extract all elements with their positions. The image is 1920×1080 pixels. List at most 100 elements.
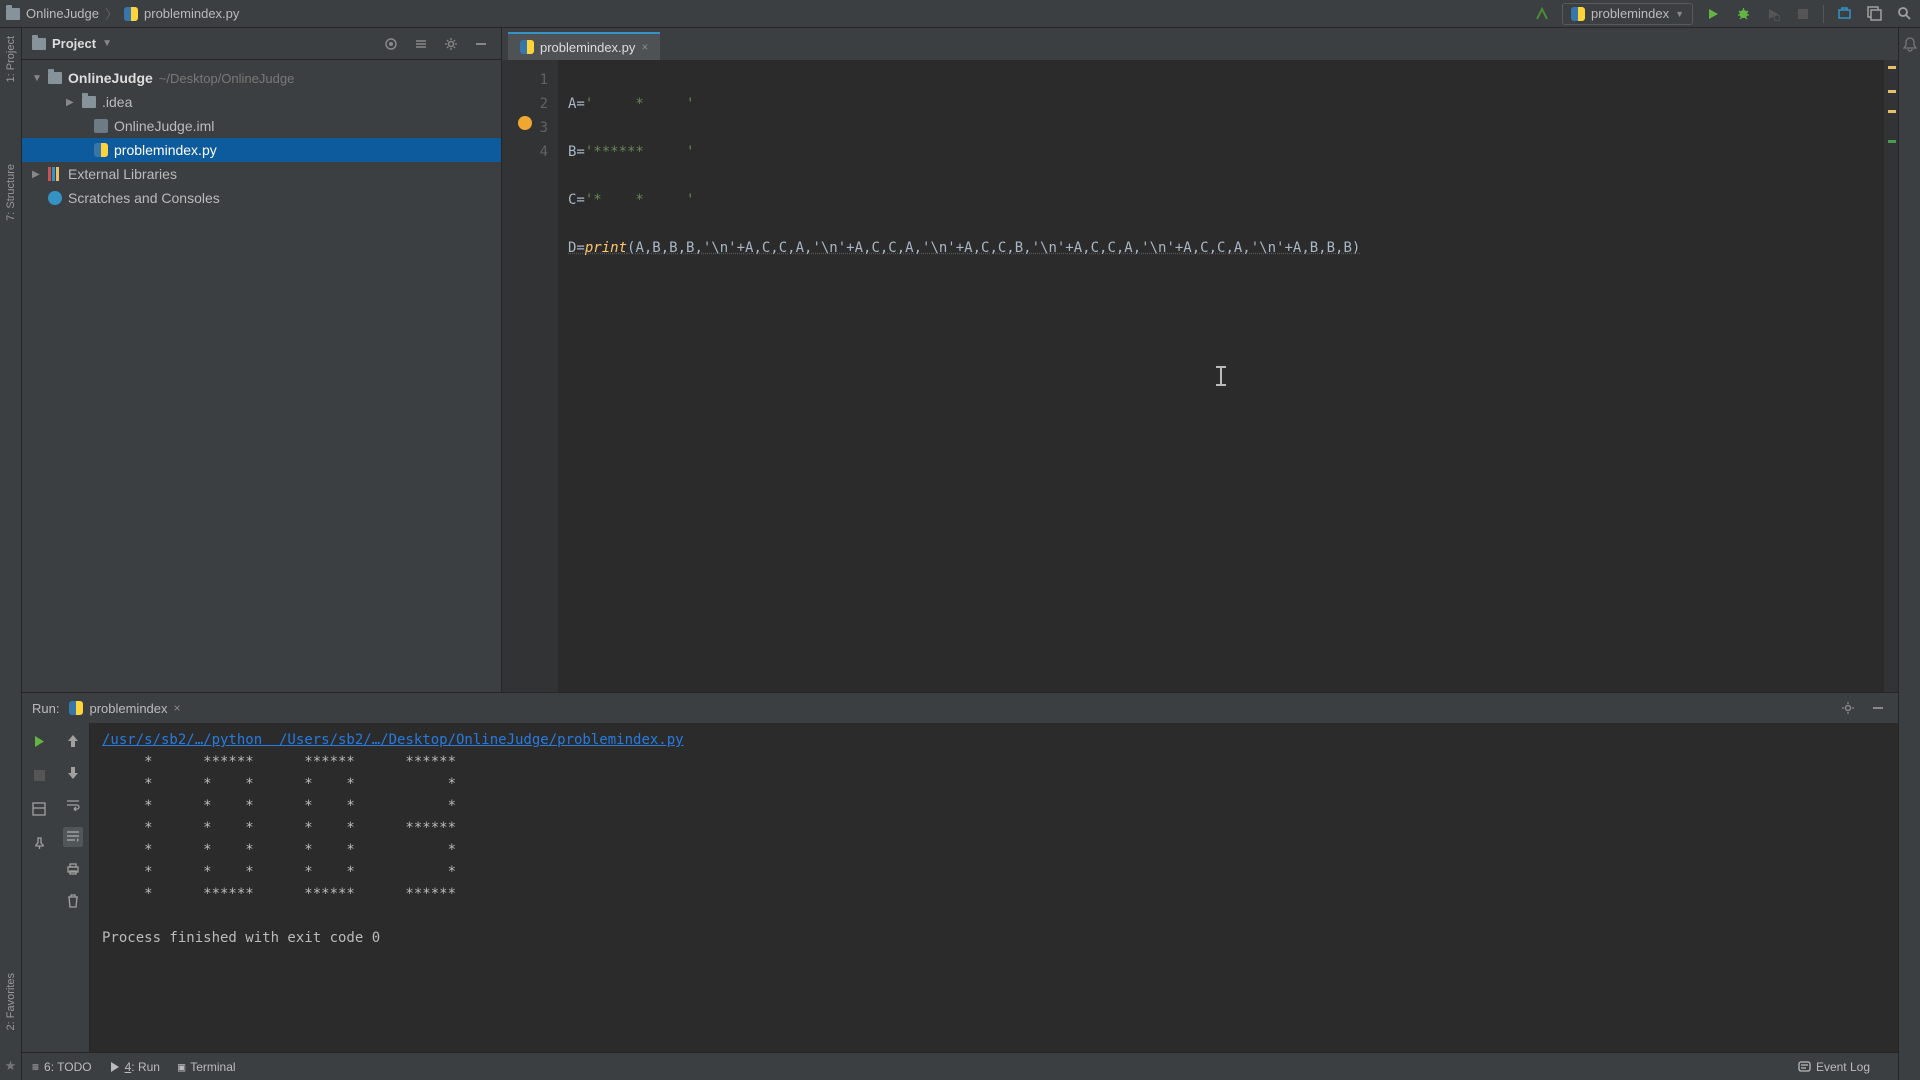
tool-button-terminal[interactable]: ▣ Terminal [178,1060,236,1074]
tree-root[interactable]: ▼ OnlineJudge ~/Desktop/OnlineJudge [22,66,501,90]
expand-arrow-icon[interactable]: ▶ [66,97,76,108]
toolbar-right: problemindex ▼ [1532,3,1914,25]
todo-icon: ≡ [32,1060,39,1074]
run-tab[interactable]: problemindex × [69,701,180,716]
run-with-coverage-button[interactable] [1763,4,1783,24]
event-log-icon [1798,1060,1811,1073]
line-number: 1 [502,68,548,92]
python-file-icon [69,701,83,715]
tree-folder-idea[interactable]: ▶ .idea [22,90,501,114]
down-arrow-icon[interactable] [63,763,83,783]
folder-label: .idea [102,94,132,110]
close-tab-icon[interactable]: × [641,40,648,54]
scroll-to-end-icon[interactable] [63,827,83,847]
expand-all-icon[interactable] [411,34,431,54]
code-string: '****** ' [585,144,695,160]
module-folder-icon [48,72,62,84]
run-primary-toolbar [22,723,56,1052]
trash-icon[interactable] [63,891,83,911]
run-config-name: problemindex [1591,6,1669,21]
search-icon[interactable] [1894,4,1914,24]
code-content[interactable]: A=' * ' B='****** ' C='* * ' D=print(A,B… [558,60,1884,692]
project-tool-actions [381,34,491,54]
run-button[interactable] [1703,4,1723,24]
search-everywhere-icon[interactable] [1864,4,1884,24]
event-log-button[interactable]: Event Log [1798,1060,1870,1074]
favorites-tool-button[interactable]: 2: Favorites [5,969,17,1034]
project-tool-header: Project ▼ [22,28,501,60]
print-icon[interactable] [63,859,83,879]
breadcrumb-file[interactable]: problemindex.py [144,6,239,21]
console-output[interactable]: /usr/s/sb2/…/python /Users/sb2/…/Desktop… [90,723,1898,1052]
tree-external-libraries[interactable]: ▶ External Libraries [22,162,501,186]
intention-bulb-icon[interactable] [518,116,532,130]
tree-scratches[interactable]: Scratches and Consoles [22,186,501,210]
ok-marker[interactable] [1888,140,1896,143]
run-config-label: problemindex [89,701,167,716]
breadcrumb-separator: 〉 [105,4,118,23]
stop-button[interactable] [1793,4,1813,24]
stop-button[interactable] [29,765,49,785]
code-string: '* * ' [585,192,695,208]
warning-marker[interactable] [1888,110,1896,113]
event-log-label: Event Log [1816,1060,1870,1074]
project-tree[interactable]: ▼ OnlineJudge ~/Desktop/OnlineJudge ▶ .i… [22,60,501,216]
command-line[interactable]: /usr/s/sb2/…/python /Users/sb2/…/Desktop… [102,732,684,748]
left-tool-rail: 1: Project 7: Structure 2: Favorites ★ [0,28,22,1080]
update-project-icon[interactable] [1834,4,1854,24]
project-tool-button[interactable]: 1: Project [5,32,17,86]
settings-icon[interactable] [1838,698,1858,718]
up-arrow-icon[interactable] [63,731,83,751]
notifications-icon[interactable] [1900,34,1920,54]
hide-icon[interactable] [471,34,491,54]
settings-icon[interactable] [441,34,461,54]
chevron-down-icon: ▼ [102,38,112,49]
project-view-selector[interactable]: Project ▼ [32,36,112,51]
run-label: 4: Run [125,1060,160,1074]
code-string: ' * ' [585,96,695,112]
run-configuration-selector[interactable]: problemindex ▼ [1562,3,1693,25]
rerun-button[interactable] [29,731,49,751]
select-opened-file-icon[interactable] [381,34,401,54]
project-tool-window: Project ▼ ▼ OnlineJudge ~ [22,28,502,692]
pin-icon[interactable] [29,833,49,853]
hide-icon[interactable] [1868,698,1888,718]
soft-wrap-icon[interactable] [63,795,83,815]
expand-arrow-icon[interactable]: ▶ [32,169,42,180]
layout-icon[interactable] [29,799,49,819]
file-label: problemindex.py [114,142,217,158]
code-token: A= [568,96,585,112]
code-editor[interactable]: 1 2 3 4 A=' * ' B='****** ' C='* * ' D=p… [502,60,1898,692]
file-icon [94,119,108,133]
debug-button[interactable] [1733,4,1753,24]
stdout: * ****** ****** ****** * * * * * * * * *… [102,754,498,902]
upper-split: Project ▼ ▼ OnlineJudge ~ [22,28,1898,692]
close-tab-icon[interactable]: × [174,701,181,715]
external-libs-label: External Libraries [68,166,177,182]
terminal-label: Terminal [190,1060,235,1074]
build-icon[interactable] [1532,4,1552,24]
python-file-icon [124,7,138,21]
python-file-icon [1571,7,1585,21]
warning-marker[interactable] [1888,90,1896,93]
text-caret-icon [1220,366,1222,386]
expand-arrow-icon[interactable]: ▼ [32,73,42,84]
line-number: 4 [502,140,548,164]
gutter[interactable]: 1 2 3 4 [502,60,558,692]
editor-area: problemindex.py × 1 2 3 4 A=' * ' B='***… [502,28,1898,692]
root-path: ~/Desktop/OnlineJudge [159,71,295,86]
tree-file-problemindex[interactable]: problemindex.py [22,138,501,162]
file-label: OnlineJudge.iml [114,118,214,134]
status-bar: ≡ 6: TODO 4: Run ▣ Terminal Event Log [22,1052,1898,1080]
code-token: C= [568,192,585,208]
project-view-title: Project [52,36,96,51]
structure-tool-button[interactable]: 7: Structure [5,160,17,225]
tool-button-run[interactable]: 4: Run [110,1060,160,1074]
editor-tab-problemindex[interactable]: problemindex.py × [508,32,660,60]
tree-file-iml[interactable]: OnlineJudge.iml [22,114,501,138]
error-stripe[interactable] [1884,60,1898,692]
warning-marker[interactable] [1888,66,1896,69]
tool-button-todo[interactable]: ≡ 6: TODO [32,1060,92,1074]
breadcrumb-project[interactable]: OnlineJudge [26,6,99,21]
library-icon [48,167,62,181]
